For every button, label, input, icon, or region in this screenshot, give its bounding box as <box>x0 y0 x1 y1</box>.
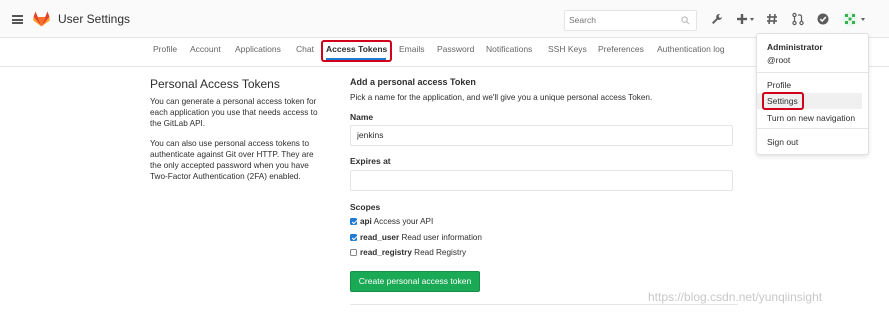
section-description-1: You can generate a personal access token… <box>150 96 336 129</box>
watermark: https://blog.csdn.net/yunqiinsight <box>648 290 823 304</box>
merge-request-icon[interactable] <box>791 12 805 26</box>
chevron-down-icon[interactable] <box>750 18 754 21</box>
wrench-icon[interactable] <box>710 12 724 26</box>
tab-ssh-keys[interactable]: SSH Keys <box>548 44 587 54</box>
scope-name: read_user <box>360 233 400 242</box>
tab-chat[interactable]: Chat <box>296 44 314 54</box>
hash-icon[interactable] <box>765 12 779 26</box>
search-box[interactable] <box>564 10 697 31</box>
tab-password[interactable]: Password <box>437 44 474 54</box>
checkbox-checked[interactable] <box>350 218 357 225</box>
scope-description: Access your API <box>373 217 434 226</box>
tab-profile[interactable]: Profile <box>153 44 177 54</box>
expires-field[interactable] <box>357 175 717 185</box>
settings-highlight <box>762 92 804 110</box>
dropdown-item-sign-out[interactable]: Sign out <box>767 137 798 147</box>
check-circle-icon[interactable] <box>816 12 830 26</box>
expires-label: Expires at <box>350 156 391 166</box>
tab-preferences[interactable]: Preferences <box>598 44 644 54</box>
menu-icon[interactable] <box>12 15 23 24</box>
tab-applications[interactable]: Applications <box>235 44 281 54</box>
name-field-box[interactable] <box>350 125 733 146</box>
section-title: Personal Access Tokens <box>150 77 280 91</box>
form-title: Add a personal access Token <box>350 77 476 87</box>
scope-description: Read Registry <box>414 248 467 257</box>
chevron-down-icon[interactable] <box>861 18 865 21</box>
plus-icon[interactable] <box>735 12 749 26</box>
active-tab-indicator <box>326 58 386 60</box>
avatar[interactable] <box>842 11 858 27</box>
text-line: the GitLab API. <box>150 119 206 128</box>
dropdown-user-name: Administrator <box>767 42 823 52</box>
text-line: You can also use personal access tokens … <box>150 139 309 148</box>
tab-authentication-log[interactable]: Authentication log <box>657 44 725 54</box>
scope-name: api <box>360 217 372 226</box>
dropdown-item-new-navigation[interactable]: Turn on new navigation <box>767 113 855 123</box>
text-line: the only accepted password when you have <box>150 161 309 170</box>
checkbox-checked[interactable] <box>350 234 357 241</box>
gitlab-logo[interactable] <box>33 11 50 27</box>
dropdown-username: @root <box>767 55 791 65</box>
dropdown-divider <box>757 128 868 129</box>
scope-api[interactable]: api Access your API <box>350 217 433 226</box>
app-title: User Settings <box>58 12 131 26</box>
create-token-button[interactable]: Create personal access token <box>350 271 480 292</box>
name-field[interactable] <box>357 130 717 140</box>
search-icon <box>681 16 690 25</box>
tab-notifications[interactable]: Notifications <box>486 44 532 54</box>
scope-description: Read user information <box>401 233 482 242</box>
section-description-2: You can also use personal access tokens … <box>150 138 336 182</box>
dropdown-item-profile[interactable]: Profile <box>767 80 791 90</box>
text-line: You can generate a personal access token… <box>150 97 317 106</box>
name-label: Name <box>350 112 374 122</box>
scopes-label: Scopes <box>350 202 381 212</box>
tab-account[interactable]: Account <box>190 44 221 54</box>
text-line: Two-Factor Authentication (2FA) enabled. <box>150 172 301 181</box>
top-navbar <box>0 0 889 38</box>
expires-field-box[interactable] <box>350 170 733 191</box>
form-divider <box>350 304 738 305</box>
text-line: each application you use that needs acce… <box>150 108 318 117</box>
search-input[interactable] <box>569 15 679 25</box>
dropdown-divider <box>757 72 868 73</box>
checkbox-unchecked[interactable] <box>350 249 357 256</box>
form-description: Pick a name for the application, and we'… <box>350 93 653 102</box>
scope-read-registry[interactable]: read_registry Read Registry <box>350 248 466 257</box>
tab-emails[interactable]: Emails <box>399 44 425 54</box>
scope-read-user[interactable]: read_user Read user information <box>350 233 482 242</box>
scope-name: read_registry <box>360 248 412 257</box>
text-line: authenticate against Git over HTTP. They… <box>150 150 314 159</box>
